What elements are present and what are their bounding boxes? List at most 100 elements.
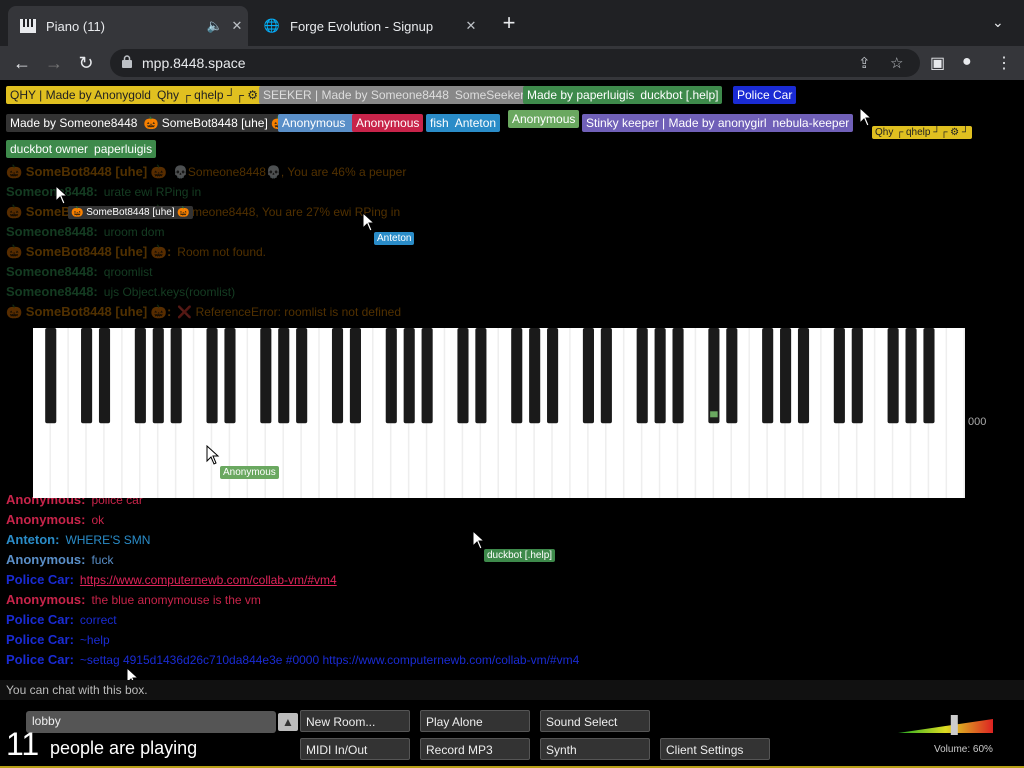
chat-sender: Someone8448: [6,224,98,239]
black-key[interactable] [636,328,648,424]
midi-button[interactable]: MIDI In/Out [300,738,410,760]
black-key[interactable] [923,328,935,424]
black-key[interactable] [654,328,666,424]
black-key[interactable] [833,328,845,424]
black-key[interactable] [762,328,774,424]
piano-keyboard[interactable] [33,328,965,498]
chat-sender: Police Car: [6,632,74,647]
cursor-label: duckbot [.help] [484,549,556,562]
chat-sender: Police Car: [6,652,74,667]
black-key[interactable] [547,328,559,424]
black-key[interactable] [224,328,236,424]
client-settings-button[interactable]: Client Settings [660,738,770,760]
participant-tag[interactable]: Police Car [733,86,797,104]
chat-sender: Someone8448: [6,184,98,199]
black-key[interactable] [331,328,344,424]
chat-link[interactable]: https://www.computernewb.com/collab-vm/#… [80,573,337,587]
volume-slider[interactable] [898,715,993,735]
sound-select-button[interactable]: Sound Select [540,710,650,732]
side-panel-icon[interactable]: ▣ [930,53,945,73]
participant-tag[interactable]: fish Anteton [426,114,501,132]
black-key[interactable] [672,328,684,424]
globe-icon: 🌐 [263,18,281,33]
black-key[interactable] [421,328,433,424]
black-key[interactable] [134,328,146,424]
participant-extra: 🎃 SomeBot8448 [uhe] 🎃 [143,116,287,130]
browser-toolbar: ← → ↻ mpp.8448.space ⇪ ☆ ▣ ● ⋮ [0,46,1024,80]
black-key[interactable] [600,328,612,424]
tab-search-chevron-icon[interactable]: ⌄ [992,14,1004,31]
black-key[interactable] [152,328,164,424]
black-key[interactable] [296,328,308,424]
black-key[interactable] [45,328,57,424]
participant-tag[interactable]: Made by Someone8448 🎃 SomeBot8448 [uhe] 🎃 [6,114,291,132]
black-key[interactable] [851,328,863,424]
new-room-button[interactable]: New Room... [300,710,410,732]
black-key[interactable] [206,328,218,424]
black-key[interactable] [81,328,93,424]
black-key[interactable] [797,328,810,424]
tab-forge-evolution[interactable]: 🌐 Forge Evolution - Signup ✕ [252,6,482,46]
black-key[interactable] [726,328,738,424]
chat-message: Anonymous: the blue anomymouse is the vm [6,592,261,607]
menu-kebab-icon[interactable]: ⋮ [996,53,1012,73]
participant-tag[interactable]: Anonymous [508,110,580,128]
black-key[interactable] [475,328,487,424]
chat-text: urate ewi RPing in [103,185,202,199]
synth-button[interactable]: Synth [540,738,650,760]
chat-text: ujs Object.keys(roomlist) [103,285,236,299]
black-key[interactable] [385,328,397,424]
bookmark-star-icon[interactable]: ☆ [890,54,903,72]
tab-piano[interactable]: Piano (11) 🔈 ✕ [8,6,248,46]
key-press-marker [710,411,718,418]
black-key[interactable] [905,328,917,424]
cursor-arrow-icon [859,107,873,127]
back-icon[interactable]: ← [10,51,34,75]
room-select[interactable]: lobby ▲ [26,711,298,733]
black-key[interactable] [708,328,720,424]
lock-icon [122,55,132,68]
participant-tag[interactable]: SEEKER | Made by Someone8448 SomeSeeker84… [259,86,555,104]
octave-indicator: 000 [968,416,987,428]
volume-knob[interactable] [950,715,958,735]
black-key[interactable] [511,328,523,424]
forward-icon[interactable]: → [42,51,66,75]
black-key[interactable] [98,328,111,424]
participant-tag[interactable]: Made by paperluigis duckbot [.help] [523,86,723,104]
participant-tag[interactable]: Stinky keeper | Made by anonygirl nebula-… [582,114,854,132]
black-key[interactable] [582,328,594,424]
black-key[interactable] [529,328,541,424]
black-key[interactable] [349,328,361,424]
room-expand-arrow-icon[interactable]: ▲ [278,713,298,731]
chat-input[interactable]: You can chat with this box. [0,680,1024,700]
participant-tag[interactable]: Anonymous [352,114,424,132]
browser-tab-strip: Piano (11) 🔈 ✕ 🌐 Forge Evolution - Signu… [0,0,1024,46]
black-key[interactable] [260,328,272,424]
play-alone-button[interactable]: Play Alone [420,710,530,732]
black-key[interactable] [780,328,792,424]
black-key[interactable] [457,328,469,424]
black-key[interactable] [403,328,415,424]
black-key[interactable] [170,328,182,424]
profile-avatar-icon[interactable]: ● [962,53,972,71]
new-tab-button[interactable]: + [498,12,520,34]
cursor-label: Anonymous [220,466,279,479]
chat-text: WHERE'S SMN [65,533,151,547]
participant-label: QHY | Made by Anonygold [10,88,151,102]
cursor-label: Qhy ┌ qhelp ┘┌ ⚙ ┘ [872,126,973,139]
participant-tag[interactable]: duckbot owner paperluigis [6,140,157,158]
piano-favicon-icon [20,18,36,34]
close-tab-icon[interactable]: ✕ [460,18,482,34]
reload-icon[interactable]: ↻ [74,51,98,75]
black-key[interactable] [278,328,290,424]
participant-extra: Anteton [454,116,497,130]
close-tab-icon[interactable]: ✕ [226,18,248,34]
address-bar[interactable]: mpp.8448.space ⇪ ☆ [110,49,920,77]
speaker-icon[interactable]: 🔈 [204,18,226,34]
record-mp3-button[interactable]: Record MP3 [420,738,530,760]
chat-sender: Anonymous: [6,592,86,607]
black-key[interactable] [887,328,899,424]
share-icon[interactable]: ⇪ [858,54,871,72]
white-key[interactable] [947,328,964,498]
participant-tag[interactable]: QHY | Made by Anonygold Qhy ┌ qhelp ┘┌ ⚙ … [6,86,274,104]
